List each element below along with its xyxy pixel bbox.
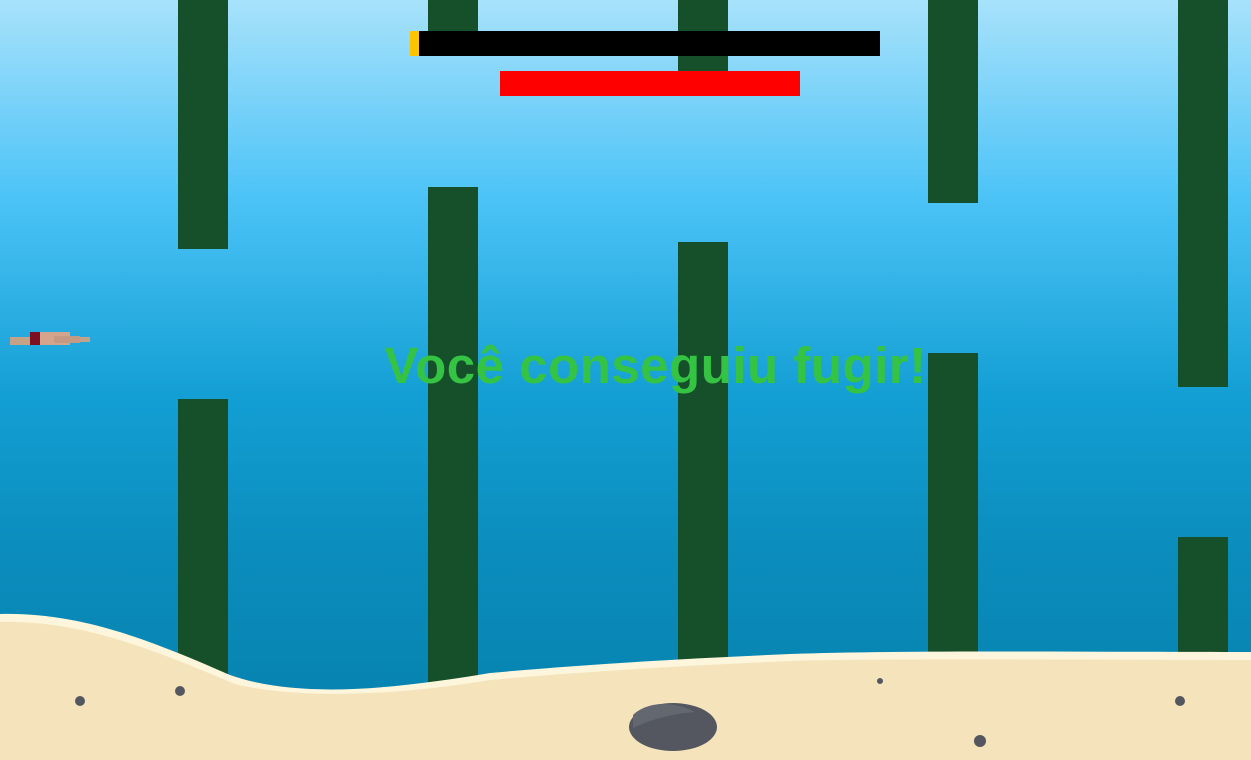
health-bar-fill — [500, 71, 800, 96]
health-bar — [500, 71, 800, 96]
kelp-pillar-bottom — [178, 399, 228, 699]
pebble — [877, 678, 883, 684]
progress-bar-fill — [410, 31, 420, 56]
progress-bar — [410, 31, 880, 56]
pebble — [1175, 696, 1185, 706]
kelp-pillar-top — [428, 0, 478, 32]
kelp-pillar-bottom — [1178, 537, 1228, 697]
pebble — [75, 696, 85, 706]
kelp-pillar-top — [178, 0, 228, 249]
kelp-pillar-bottom — [678, 242, 728, 712]
kelp-pillar-bottom — [928, 353, 978, 693]
kelp-pillar-bottom — [428, 187, 478, 707]
pebble — [974, 735, 986, 747]
kelp-pillar-top — [928, 0, 978, 203]
game-canvas[interactable]: Você conseguiu fugir! — [0, 0, 1251, 760]
kelp-pillar-top — [1178, 0, 1228, 387]
escape-message: Você conseguiu fugir! — [384, 337, 927, 394]
